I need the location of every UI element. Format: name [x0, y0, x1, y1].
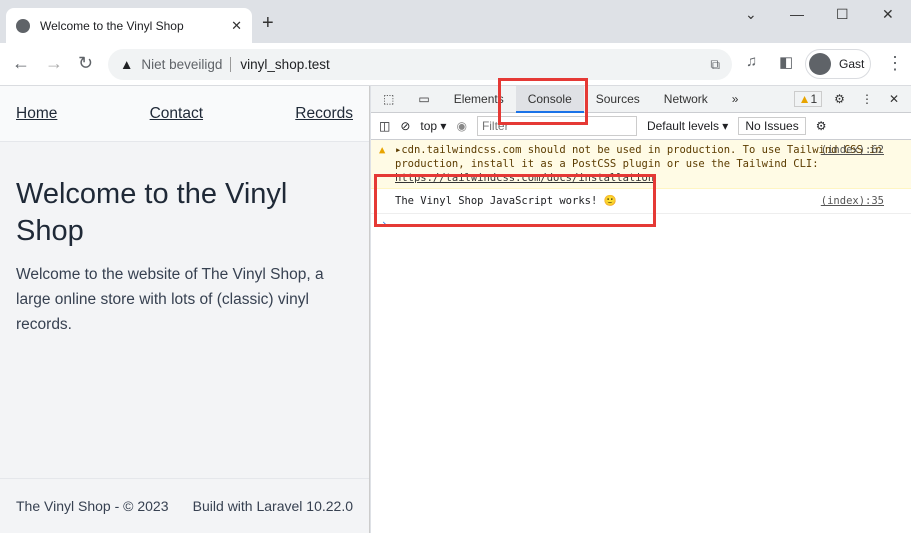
source-link[interactable]: (index):35 [821, 194, 884, 208]
levels-dropdown[interactable]: Default levels ▾ [647, 119, 728, 133]
tab-title: Welcome to the Vinyl Shop [40, 18, 184, 33]
translate-icon[interactable]: ⧉ [710, 57, 720, 73]
new-tab-button[interactable]: + [262, 12, 274, 35]
highlight-log-message [374, 174, 656, 227]
warning-icon: ▲ [120, 57, 134, 72]
kebab-icon[interactable]: ⋮ [857, 86, 877, 113]
tab-strip: Welcome to the Vinyl Shop ✕ + ⌄ — ☐ ✕ [0, 0, 911, 43]
profile-label: Gast [839, 57, 865, 71]
source-link[interactable]: (index):62 [821, 143, 884, 157]
url-text[interactable]: vinyl_shop.test [240, 57, 329, 72]
settings-icon[interactable]: ⚙ [822, 86, 857, 113]
globe-icon [16, 18, 30, 33]
devtools-tabs: ⬚ ▭ Elements Console Sources Network » ▲… [371, 85, 911, 113]
sidebar-toggle-icon[interactable]: ◫ [379, 119, 390, 133]
page-title: Welcome to the Vinyl Shop [16, 178, 288, 247]
media-icon[interactable]: ♫ [746, 53, 757, 70]
highlight-console-tab [498, 78, 588, 125]
context-select[interactable]: top ▾ [420, 119, 446, 133]
close-window-button[interactable]: ✕ [882, 6, 894, 23]
context-label: top [420, 119, 438, 133]
tab-network[interactable]: Network [652, 86, 720, 113]
warning-text: ▸cdn.tailwindcss.com should not be used … [395, 144, 882, 170]
menu-icon[interactable]: ⋮ [886, 53, 904, 74]
intro-text: Welcome to the website of The Vinyl Shop… [16, 266, 324, 333]
clear-console-icon[interactable]: ⊘ [400, 119, 410, 133]
issues-button[interactable]: No Issues [738, 117, 806, 135]
more-tabs-icon[interactable]: » [720, 86, 751, 113]
back-button[interactable]: ← [12, 53, 30, 74]
close-devtools-icon[interactable]: ✕ [877, 86, 911, 113]
console-toolbar: ◫ ⊘ top ▾ ◉ Default levels ▾ No Issues ⚙ [371, 113, 911, 140]
eye-icon[interactable]: ◉ [456, 119, 466, 133]
avatar [809, 53, 831, 75]
side-panel-icon[interactable]: ◧ [779, 53, 793, 71]
profile-button[interactable]: Gast [805, 49, 871, 79]
address-bar[interactable]: ▲ Niet beveiligd vinyl_shop.test ⧉ [108, 49, 732, 80]
maximize-button[interactable]: ☐ [836, 6, 849, 23]
warnings-badge[interactable]: ▲1 [793, 91, 823, 107]
nav-home[interactable]: Home [16, 105, 57, 123]
browser-tab[interactable]: Welcome to the Vinyl Shop ✕ [6, 8, 252, 43]
inspect-icon[interactable]: ⬚ [371, 86, 406, 113]
copyright: The Vinyl Shop - © 2023 [16, 498, 169, 514]
device-toolbar-icon[interactable]: ▭ [406, 86, 441, 113]
tab-sources[interactable]: Sources [584, 86, 652, 113]
reload-button[interactable]: ↻ [78, 53, 93, 74]
devtools-panel: ⬚ ▭ Elements Console Sources Network » ▲… [371, 85, 911, 533]
close-tab-icon[interactable]: ✕ [231, 18, 242, 34]
footer: The Vinyl Shop - © 2023 Build with Larave… [0, 478, 369, 533]
security-label[interactable]: Niet beveiligd [141, 57, 232, 72]
browser-toolbar: ← → ↻ ▲ Niet beveiligd vinyl_shop.test ⧉ ♫ … [0, 43, 911, 86]
warning-icon: ▲ [798, 92, 811, 106]
build-info: Build with Laravel 10.22.0 [192, 498, 353, 514]
minimize-button[interactable]: — [790, 6, 804, 22]
nav-records[interactable]: Records [295, 105, 353, 123]
site-nav: Home Contact Records [0, 86, 369, 142]
warning-count: 1 [810, 92, 818, 106]
nav-contact[interactable]: Contact [150, 105, 203, 123]
web-page: Home Contact Records Welcome to the Viny… [0, 86, 370, 533]
console-settings-icon[interactable]: ⚙ [816, 119, 827, 133]
tab-search-icon[interactable]: ⌄ [745, 6, 757, 23]
forward-button[interactable]: → [45, 53, 63, 74]
warning-icon: ▲ [379, 144, 386, 156]
